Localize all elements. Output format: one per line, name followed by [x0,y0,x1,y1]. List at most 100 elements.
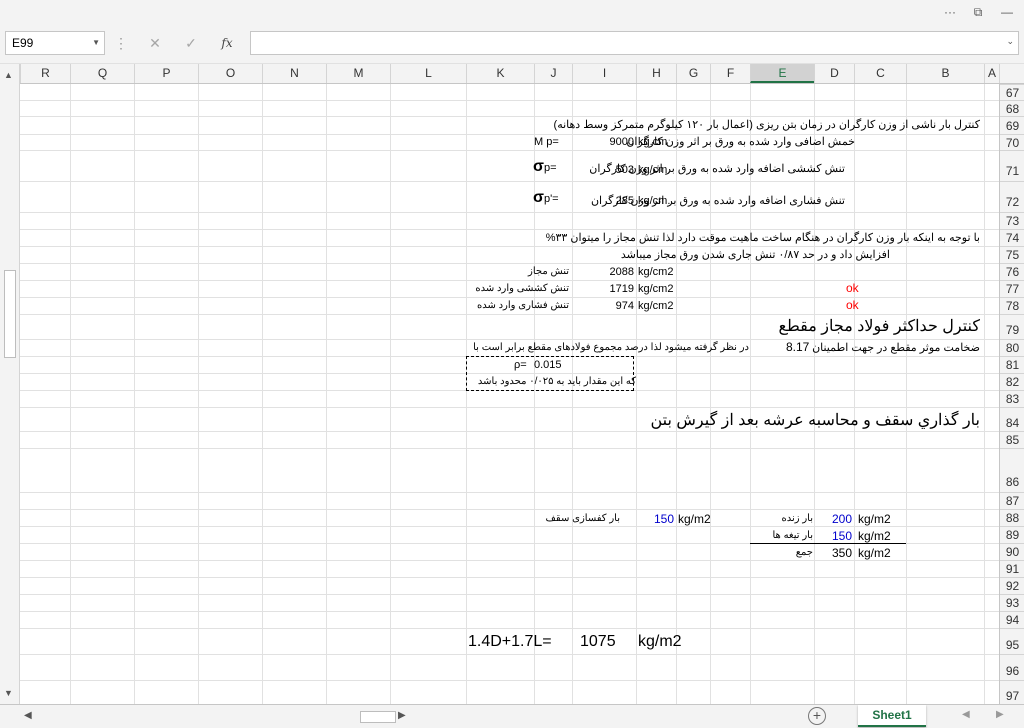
row95-formula: 1.4D+1.7L= [468,633,552,650]
sheet-tab-bar: ◀ ▶ + Sheet1 ◀ ▶ [0,704,1024,728]
column-header-q[interactable]: Q [70,64,134,83]
scroll-left-icon[interactable]: ◀ [24,710,32,721]
previous-sheet-icon[interactable]: ◀ [962,709,970,720]
row70-value: 9000 [609,136,634,148]
column-header-g[interactable]: G [676,64,710,83]
row-header[interactable]: 80 [1000,339,1024,356]
row78-value: 974 [615,300,634,312]
scroll-right-icon[interactable]: ▶ [398,710,406,721]
row-header[interactable]: 79 [1000,314,1024,339]
horizontal-scrollbar[interactable]: ◀ ▶ [20,709,406,725]
row69-heading: کنترل بار ناشی از وزن کارگران در زمان بت… [553,119,980,131]
column-header-n[interactable]: N [262,64,326,83]
row-header[interactable]: 96 [1000,654,1024,680]
sigma-symbol: σ [533,189,544,206]
row-header[interactable]: 86 [1000,448,1024,492]
insert-function-icon[interactable]: fx [214,33,240,53]
row-header[interactable]: 97 [1000,680,1024,704]
row88-value: 200 [831,512,852,526]
column-header-e[interactable]: E [750,64,814,83]
column-header-b[interactable]: B [906,64,984,83]
row-header[interactable]: 71 [1000,150,1024,181]
row70-label: M p= [534,136,559,148]
column-header-o[interactable]: O [198,64,262,83]
row-header[interactable]: 85 [1000,431,1024,448]
enter-icon[interactable]: ✓ [178,33,204,53]
row71-label: p= [543,162,557,174]
row-header[interactable]: 78 [1000,297,1024,314]
column-header-k[interactable]: K [466,64,534,83]
row-header[interactable]: 73 [1000,212,1024,229]
name-box[interactable]: E99 ▼ [5,31,105,55]
more-options-icon[interactable]: ··· [940,3,960,21]
row95-value: 1075 [580,633,616,650]
scroll-up-icon[interactable]: ▲ [4,70,13,80]
row78-unit: kg/cm2 [638,300,674,312]
row-header[interactable]: 67 [1000,84,1024,100]
row-header[interactable]: 92 [1000,577,1024,594]
row-header[interactable]: 88 [1000,509,1024,526]
row-header[interactable]: 68 [1000,100,1024,116]
sum-line [750,543,906,544]
column-header-f[interactable]: F [710,64,750,83]
row-header[interactable]: 91 [1000,560,1024,577]
column-header-c[interactable]: C [854,64,906,83]
row-header[interactable]: 70 [1000,134,1024,150]
column-headers: R Q P O N M L K J I H G F E D C B A [0,64,1024,84]
minimize-ribbon-icon[interactable]: — [997,3,1017,21]
row-header[interactable]: 77 [1000,280,1024,297]
row-header[interactable]: 74 [1000,229,1024,246]
row-header[interactable]: 84 [1000,407,1024,431]
row-header[interactable]: 94 [1000,611,1024,628]
row-header[interactable]: 87 [1000,492,1024,509]
row88-right-value: 150 [653,512,674,526]
row-header[interactable]: 93 [1000,594,1024,611]
cell-grid[interactable]: کنترل بار ناشی از وزن کارگران در زمان بت… [20,84,999,704]
sheet-tab-sheet1[interactable]: Sheet1 [858,705,926,727]
row80-value: 8.17 [786,340,810,354]
column-header-l[interactable]: L [390,64,466,83]
row-header[interactable]: 76 [1000,263,1024,280]
column-header-r[interactable]: R [20,64,70,83]
column-header-j[interactable]: J [534,64,572,83]
column-header-i[interactable]: I [572,64,636,83]
chevron-down-icon[interactable]: ▼ [92,32,100,54]
row88-label: بار زنده [781,513,813,524]
column-header-h[interactable]: H [636,64,676,83]
formula-input[interactable]: ⌄ [250,31,1019,55]
name-box-value: E99 [12,36,34,50]
row90-label: جمع [795,547,813,558]
cancel-icon[interactable]: ✕ [142,33,168,53]
select-all-corner[interactable] [999,64,1024,83]
vertical-scroll-thumb[interactable] [4,270,16,358]
column-header-a[interactable]: A [984,64,999,83]
row74-note: با توجه به اینکه بار وزن کارگران در هنگا… [545,232,980,244]
row-header[interactable]: 89 [1000,526,1024,543]
row-header[interactable]: 69 [1000,116,1024,134]
row-header[interactable]: 72 [1000,181,1024,212]
row75-note: افزایش داد و در حد ۰/۸۷ تنش جاری شدن ورق… [620,249,890,261]
expand-formula-icon[interactable]: ⌄ [1006,36,1014,47]
next-sheet-icon[interactable]: ▶ [996,709,1004,720]
row-header[interactable]: 95 [1000,628,1024,654]
column-header-p[interactable]: P [134,64,198,83]
restore-window-icon[interactable]: ⧉ [968,3,988,21]
row-header[interactable]: 75 [1000,246,1024,263]
vertical-scrollbar[interactable]: ▲ ▼ [0,64,20,704]
drag-handle-icon[interactable]: ⋮ [114,33,128,53]
row-header[interactable]: 83 [1000,390,1024,407]
row72-unit: kg/cm. [638,195,671,207]
row-header[interactable]: 90 [1000,543,1024,560]
add-sheet-button[interactable]: + [808,707,826,725]
row70-unit: kg.cm [638,136,668,148]
column-header-d[interactable]: D [814,64,854,83]
row84-section-title: بار گذاري سقف و محاسبه عرشه بعد از گيرش … [650,412,980,429]
column-header-m[interactable]: M [326,64,390,83]
row-header[interactable]: 81 [1000,356,1024,373]
row-header[interactable]: 82 [1000,373,1024,390]
row77-unit: kg/cm2 [638,283,674,295]
scroll-down-icon[interactable]: ▼ [4,688,13,698]
row80-label: ضخامت موثر مقطع در جهت اطمینان [812,342,980,354]
horizontal-scroll-thumb[interactable] [360,711,396,723]
row76-unit: kg/cm2 [638,266,674,278]
